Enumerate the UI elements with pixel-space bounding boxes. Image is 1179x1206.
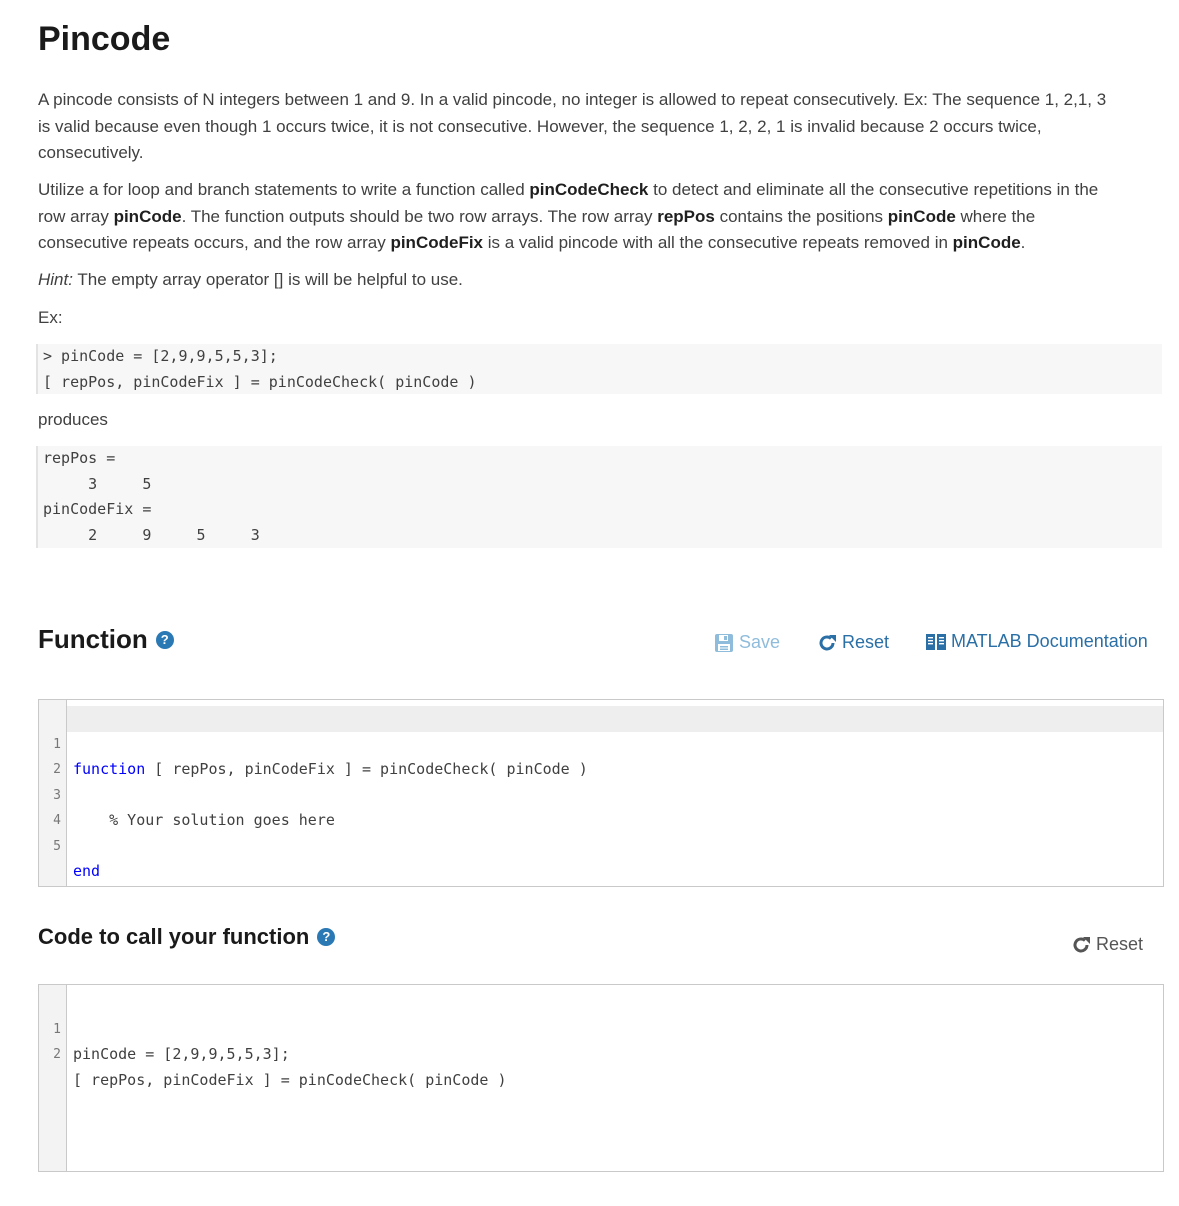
example-code-block: > pinCode = [2,9,9,5,5,3]; [ repPos, pin…	[36, 344, 1162, 394]
text-run: .	[1020, 233, 1026, 252]
bold-term: pinCodeFix	[390, 233, 484, 252]
example-code-line: [ repPos, pinCodeFix ] = pinCodeCheck( p…	[43, 372, 477, 391]
save-button[interactable]: Save	[714, 632, 780, 653]
function-section-title: Function ?	[38, 624, 174, 655]
reset-label: Reset	[842, 632, 890, 652]
description-paragraph-1: A pincode consists of N integers between…	[38, 90, 1107, 162]
line-number: 5	[53, 838, 61, 854]
bold-term: pinCodeCheck	[529, 180, 649, 199]
function-title-text: Function	[38, 624, 148, 654]
book-icon	[926, 633, 946, 651]
help-icon[interactable]: ?	[155, 630, 174, 649]
editor-line[interactable]: 5 end	[39, 808, 1163, 881]
call-code-editor[interactable]: 1 pinCode = [2,9,9,5,5,3]; 2 [ repPos, p…	[38, 984, 1164, 1172]
text-run: Utilize a for loop and branch statements…	[38, 180, 530, 199]
function-editor[interactable]: 1 function [ repPos, pinCodeFix ] = pinC…	[38, 699, 1164, 887]
reset-icon	[1071, 935, 1091, 955]
code-text: [ repPos, pinCodeFix ] = pinCodeCheck( p…	[73, 1070, 507, 1089]
example-label: Ex:	[38, 308, 63, 327]
text-run: . The function outputs should be two row…	[181, 206, 658, 226]
editor-line[interactable]: 2	[39, 732, 1163, 777]
call-reset-button[interactable]: Reset	[1071, 934, 1143, 955]
output-line: pinCodeFix =	[43, 500, 152, 518]
output-line: 2 9 5 3	[43, 525, 260, 544]
produces-label: produces	[38, 410, 108, 429]
hint-label: Hint:	[38, 270, 73, 289]
bold-term: repPos	[657, 206, 715, 226]
keyword: end	[73, 862, 101, 880]
matlab-documentation-link[interactable]: MATLAB Documentation	[926, 631, 1148, 652]
function-reset-button[interactable]: Reset	[817, 632, 889, 653]
page-title: Pincode	[38, 20, 171, 58]
editor-line[interactable]: 1 function [ repPos, pinCodeFix ] = pinC…	[53, 706, 1163, 778]
line-number: 2	[53, 1047, 61, 1062]
docs-label: MATLAB Documentation	[951, 631, 1148, 651]
bold-term: pinCode	[113, 206, 182, 226]
help-icon[interactable]: ?	[317, 928, 336, 946]
editor-line[interactable]: 1 pinCode = [2,9,9,5,5,3];	[39, 991, 1163, 1064]
call-title-text: Code to call your function	[38, 924, 310, 949]
bold-term: pinCode	[887, 206, 956, 226]
bold-term: pinCode	[952, 233, 1021, 252]
hint-paragraph: Hint: The empty array operator [] is wil…	[38, 267, 1118, 294]
hint-text: The empty array operator [] is will be h…	[72, 270, 463, 289]
editor-line[interactable]: 4	[39, 783, 1163, 828]
text-run: is a valid pincode with all the consecut…	[483, 233, 953, 252]
reset-icon	[817, 633, 837, 653]
editor-line[interactable]: 3 % Your solution goes here	[39, 757, 1163, 830]
editor-line[interactable]: 2 [ repPos, pinCodeFix ] = pinCodeCheck(…	[39, 1017, 1163, 1089]
floppy-disk-icon	[714, 633, 734, 653]
example-code-line: > pinCode = [2,9,9,5,5,3];	[43, 347, 278, 365]
reset-label: Reset	[1096, 934, 1144, 954]
example-output-block: repPos = 3 5 pinCodeFix = 2 9 5 3	[36, 446, 1162, 548]
call-section-title: Code to call your function ?	[38, 924, 336, 950]
description-paragraph-2: Utilize a for loop and branch statements…	[38, 177, 1118, 257]
text-run: contains the positions	[714, 206, 888, 226]
output-line: repPos =	[43, 449, 116, 467]
output-line: 3 5	[43, 474, 152, 493]
save-label: Save	[739, 632, 781, 652]
